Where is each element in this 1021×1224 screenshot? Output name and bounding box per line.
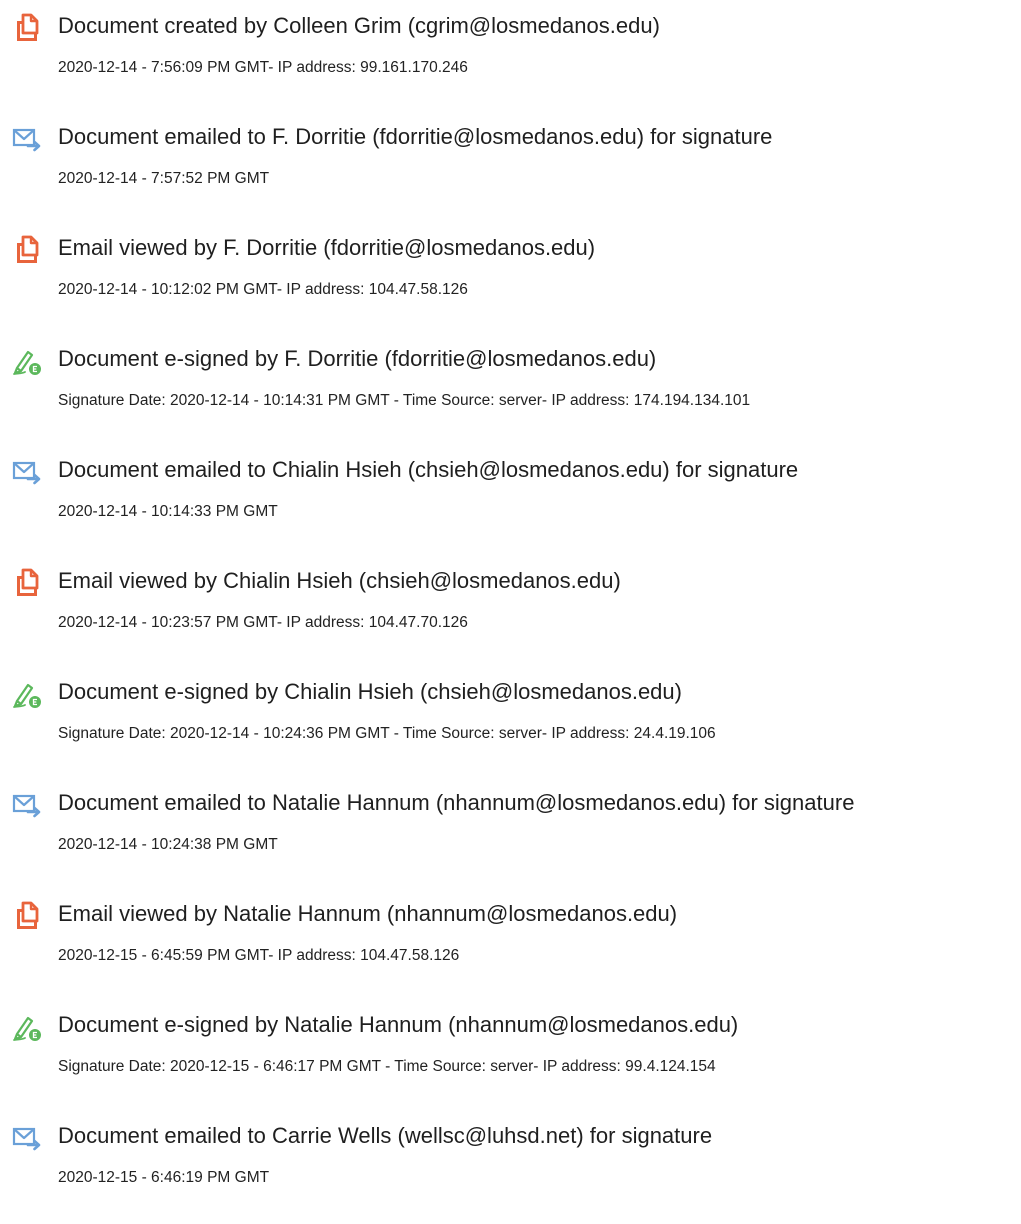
event-title: Document e-signed by Chialin Hsieh (chsi… — [58, 679, 682, 704]
email-sent-icon — [12, 790, 42, 820]
event-detail: 2020-12-14 - 10:24:38 PM GMT — [58, 836, 278, 853]
audit-event: Email viewed by Natalie Hannum (nhannum@… — [0, 888, 1021, 999]
event-detail: 2020-12-14 - 10:14:33 PM GMT — [58, 503, 278, 520]
event-title: Document emailed to Chialin Hsieh (chsie… — [58, 457, 799, 482]
event-title: Document e-signed by F. Dorritie (fdorri… — [58, 346, 657, 371]
audit-event: Document created by Colleen Grim (cgrim@… — [0, 0, 1021, 111]
event-title: Document emailed to Carrie Wells (wellsc… — [58, 1123, 713, 1148]
audit-event-list: Document created by Colleen Grim (cgrim@… — [0, 0, 1021, 1221]
event-detail: 2020-12-14 - 10:23:57 PM GMT- IP address… — [58, 614, 468, 631]
audit-event: Email viewed by Chialin Hsieh (chsieh@lo… — [0, 555, 1021, 666]
event-detail: Signature Date: 2020-12-14 - 10:14:31 PM… — [58, 392, 751, 409]
event-title: Document emailed to F. Dorritie (fdorrit… — [58, 124, 773, 149]
audit-event: Document emailed to Carrie Wells (wellsc… — [0, 1110, 1021, 1221]
event-detail: Signature Date: 2020-12-15 - 6:46:17 PM … — [58, 1058, 716, 1075]
event-detail: Signature Date: 2020-12-14 - 10:24:36 PM… — [58, 725, 716, 742]
pen-sign-icon — [12, 1012, 42, 1042]
event-detail: 2020-12-14 - 7:57:52 PM GMT — [58, 170, 270, 187]
event-title: Document emailed to Natalie Hannum (nhan… — [58, 790, 855, 815]
audit-event: Document emailed to Chialin Hsieh (chsie… — [0, 444, 1021, 555]
audit-event: Document e-signed by Chialin Hsieh (chsi… — [0, 666, 1021, 777]
pen-sign-icon — [12, 679, 42, 709]
event-title: Document created by Colleen Grim (cgrim@… — [58, 13, 660, 38]
audit-event: Document e-signed by F. Dorritie (fdorri… — [0, 333, 1021, 444]
document-icon — [12, 568, 42, 598]
audit-event: Email viewed by F. Dorritie (fdorritie@l… — [0, 222, 1021, 333]
event-detail: 2020-12-15 - 6:45:59 PM GMT- IP address:… — [58, 947, 460, 964]
email-sent-icon — [12, 1123, 42, 1153]
email-sent-icon — [12, 457, 42, 487]
event-title: Email viewed by Chialin Hsieh (chsieh@lo… — [58, 568, 621, 593]
email-sent-icon — [12, 124, 42, 154]
document-icon — [12, 13, 42, 43]
document-icon — [12, 235, 42, 265]
pen-sign-icon — [12, 346, 42, 376]
audit-event: Document emailed to F. Dorritie (fdorrit… — [0, 111, 1021, 222]
event-detail: 2020-12-14 - 7:56:09 PM GMT- IP address:… — [58, 59, 468, 76]
audit-event: Document e-signed by Natalie Hannum (nha… — [0, 999, 1021, 1110]
audit-event: Document emailed to Natalie Hannum (nhan… — [0, 777, 1021, 888]
event-title: Document e-signed by Natalie Hannum (nha… — [58, 1012, 739, 1037]
document-icon — [12, 901, 42, 931]
event-detail: 2020-12-15 - 6:46:19 PM GMT — [58, 1169, 270, 1186]
event-title: Email viewed by F. Dorritie (fdorritie@l… — [58, 235, 596, 260]
event-title: Email viewed by Natalie Hannum (nhannum@… — [58, 901, 678, 926]
event-detail: 2020-12-14 - 10:12:02 PM GMT- IP address… — [58, 281, 468, 298]
